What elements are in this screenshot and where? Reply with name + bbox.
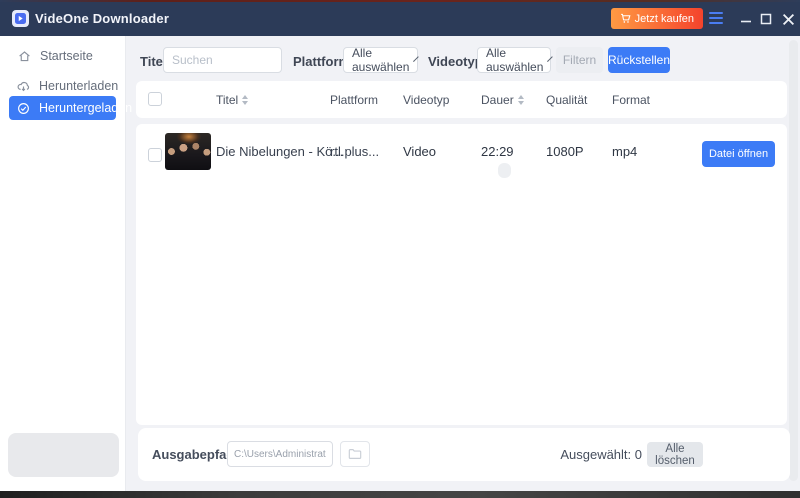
maximize-button[interactable] [754,2,778,36]
home-icon [17,50,31,63]
cloud-download-icon [17,80,30,93]
sidebar-banner-placeholder [8,433,119,477]
menu-icon[interactable] [709,12,723,24]
scrollbar-track[interactable] [789,40,798,481]
row-quality: 1080P [546,144,584,159]
column-header-format: Format [612,92,651,107]
app-window: VideOne Downloader Jetzt kaufen Startsei… [0,0,800,498]
table-header: Titel Plattform Videotyp Dauer Qualität … [136,81,787,118]
sort-icon[interactable] [517,94,524,105]
search-input[interactable] [163,47,282,73]
filter-platform-label: Plattform [293,54,351,69]
sort-icon[interactable] [242,94,249,105]
open-file-button[interactable]: Datei öffnen [702,141,775,167]
videotype-select-value: Alle auswählen [486,46,544,74]
close-button[interactable] [776,2,800,36]
sidebar: Startseite Herunterladen Heruntergeladen [0,36,132,491]
column-header-videotyp: Videotyp [403,92,450,107]
sidebar-item-label: Herunterladen [39,79,119,93]
column-header-plattform: Plattform [330,92,379,107]
column-header-dauer[interactable]: Dauer [481,81,524,118]
row-checkbox[interactable] [148,148,162,162]
download-list: Die Nibelungen - Kö... rtl.plus... Video… [136,124,787,425]
selected-count: Ausgewählt: 0 [560,447,642,462]
row-videotype: Video [403,144,437,159]
column-header-titel[interactable]: Titel [216,81,249,118]
table-row: Die Nibelungen - Kö... rtl.plus... Video… [136,124,787,180]
footer-bar: Ausgabepfad Ausgewählt: 0 Alle löschen [138,428,790,481]
sidebar-item-herunterladen[interactable]: Herunterladen [9,74,119,98]
buy-now-label: Jetzt kaufen [634,12,694,25]
column-header-qualitaet: Qualität [546,92,588,107]
scroll-thumb[interactable] [498,163,511,178]
delete-all-button[interactable]: Alle löschen [647,442,703,467]
sidebar-item-label: Startseite [40,49,93,63]
row-title: Die Nibelungen - Kö... [216,144,344,159]
row-format: mp4 [612,144,638,159]
row-duration: 22:29 [481,144,514,159]
browse-folder-button[interactable] [340,441,370,467]
output-path-label: Ausgabepfad [152,447,235,462]
sidebar-item-label: Heruntergeladen [39,101,133,115]
title-bar: VideOne Downloader Jetzt kaufen [0,2,800,36]
cart-icon [620,13,631,24]
video-thumbnail [165,133,211,170]
app-title: VideOne Downloader [35,11,170,26]
folder-icon [348,447,362,461]
row-platform: rtl.plus... [330,144,380,159]
buy-now-button[interactable]: Jetzt kaufen [610,8,703,29]
check-circle-icon [17,102,30,115]
reset-button[interactable]: Rückstellen [608,47,670,73]
output-path-input[interactable] [227,441,333,467]
app-logo-icon [12,10,29,27]
chevron-down-icon [413,55,420,62]
select-all-checkbox[interactable] [148,92,162,106]
sidebar-item-heruntergeladen[interactable]: Heruntergeladen [9,96,132,120]
main-content: Titel Plattform Alle auswählen Videotyp … [127,36,800,491]
filter-button[interactable]: Filtern [556,47,603,73]
platform-select-value: Alle auswählen [352,46,410,74]
videotype-select[interactable]: Alle auswählen [477,46,554,74]
filter-videotype-label: Videotyp [428,54,483,69]
platform-select[interactable]: Alle auswählen [343,46,420,74]
chevron-down-icon [547,55,554,62]
sidebar-item-startseite[interactable]: Startseite [9,44,116,68]
desktop-edge-bottom [0,491,800,498]
